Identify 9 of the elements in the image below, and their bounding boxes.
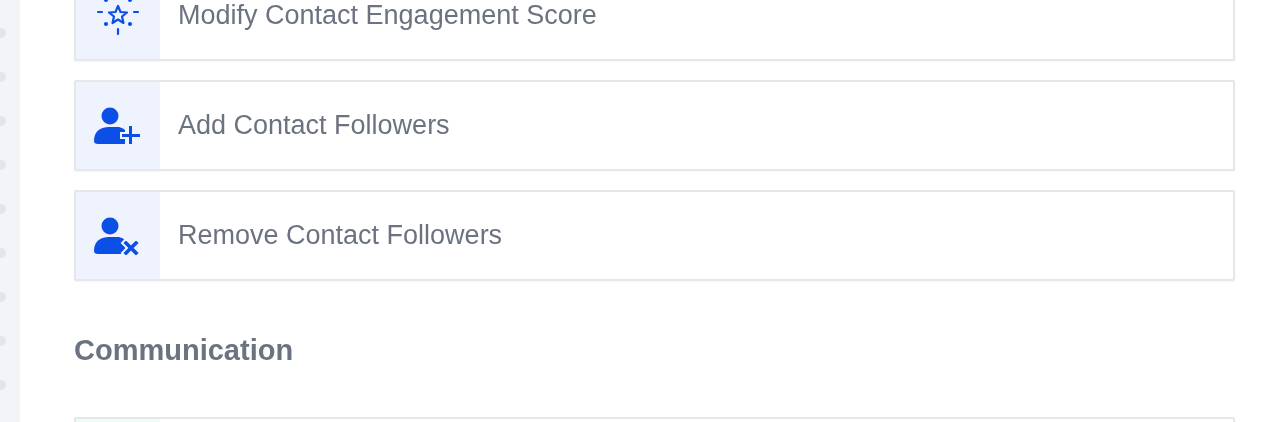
- action-card[interactable]: Modify Contact Engagement Score: [74, 0, 1235, 61]
- action-label: Add Contact Followers: [177, 110, 450, 141]
- action-card[interactable]: Remove Contact Followers: [74, 190, 1235, 281]
- sparkle-star-icon: [96, 0, 140, 36]
- action-label: Modify Contact Engagement Score: [177, 0, 597, 31]
- add-user-icon: [93, 106, 143, 145]
- section-heading: Communication: [74, 333, 295, 367]
- action-card[interactable]: Add Contact Followers: [74, 80, 1235, 171]
- action-label: Remove Contact Followers: [177, 220, 503, 251]
